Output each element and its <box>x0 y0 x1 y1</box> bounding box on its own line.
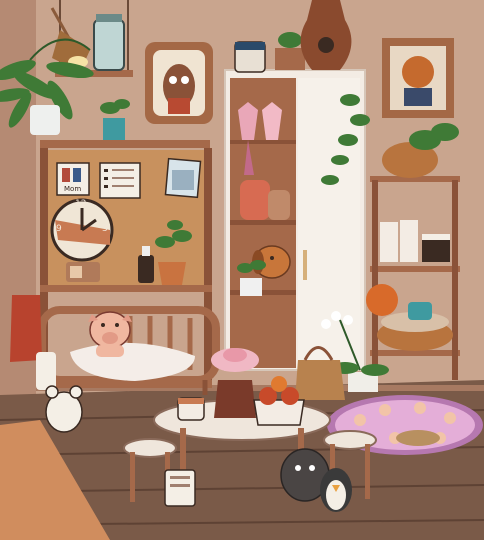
clock-number-12: 12 <box>75 199 87 209</box>
clock-number-3: 3 <box>102 224 108 234</box>
cabinet-plant[interactable] <box>237 260 266 296</box>
radio-box[interactable] <box>66 262 100 282</box>
flower-vase[interactable] <box>211 348 259 418</box>
jar-top[interactable] <box>234 41 266 73</box>
room-scene: Mom 12 3 6 9 <box>0 0 484 540</box>
plant-box-top[interactable] <box>275 32 305 70</box>
owl-portrait-icon[interactable] <box>145 42 213 124</box>
jar-icon[interactable] <box>93 14 125 71</box>
notebook[interactable] <box>164 469 196 507</box>
clapperboard-icon[interactable] <box>422 234 450 262</box>
penguin-icon[interactable] <box>320 468 352 512</box>
clock-number-9: 9 <box>56 224 62 234</box>
clock-number-6: 6 <box>78 248 84 258</box>
note-label: Mom <box>64 185 82 193</box>
raccoon-portrait-icon[interactable] <box>382 38 454 118</box>
mug[interactable] <box>177 397 205 421</box>
room-illustration <box>0 0 484 540</box>
cabinet[interactable] <box>224 69 366 371</box>
mouse-icon[interactable] <box>45 385 83 433</box>
checklist-card[interactable] <box>99 162 141 199</box>
calendar-card[interactable] <box>164 157 202 199</box>
